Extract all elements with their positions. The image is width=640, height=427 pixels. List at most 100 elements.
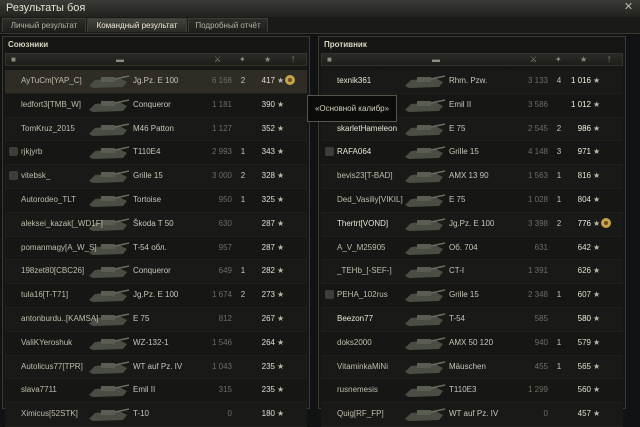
achievement-tooltip: «Основной калибр» [307, 95, 397, 122]
enemies-title: Противник [324, 40, 367, 49]
star-icon: ★ [277, 194, 285, 204]
tank-icon [89, 384, 130, 398]
frags-value: 3 [556, 147, 562, 157]
frags-value: 1 [240, 147, 246, 157]
xp-value: 1 016 [570, 76, 591, 85]
player-row[interactable]: PEHA_102rus Grille 15 2 348 1 607 ★ [321, 284, 623, 308]
player-row[interactable]: Ximicus[52STK] T-10 0 180 ★ [5, 403, 307, 427]
frags-value: 2 [240, 76, 246, 85]
damage-value: 2 348 [527, 290, 548, 300]
player-name: tula16[T-T71] [21, 290, 69, 300]
vehicle-name: Rhm. Pzw. [449, 76, 488, 85]
player-row[interactable]: Autolicus77[TPR] WT auf Pz. IV 1 043 235 ★ [5, 355, 307, 380]
vehicle-column-icon[interactable]: ▬ [116, 55, 124, 64]
player-row[interactable]: Quig[RF_FP] WT auf Pz. IV 0 457 ★ [321, 403, 623, 427]
vehicle-name: Jg.Pz. E 100 [133, 290, 179, 300]
player-row[interactable]: VitaminkaMiNi Mäuschen 455 1 565 ★ [321, 355, 623, 380]
damage-value: 812 [218, 313, 232, 323]
tank-icon [405, 384, 446, 398]
medal-icon[interactable] [599, 216, 613, 230]
frags-column-icon[interactable]: ✦ [239, 55, 246, 64]
tank-icon [89, 75, 130, 88]
player-row[interactable]: Thertrt[VOND] Jg.Pz. E 100 3 398 2 776 ★ [321, 212, 623, 237]
star-icon: ★ [277, 99, 285, 109]
player-row[interactable]: pomanmagy[A_W_S] T-54 обл. 957 287 ★ [5, 237, 307, 261]
star-icon: ★ [593, 171, 601, 181]
star-icon: ★ [593, 123, 601, 133]
frags-value: 2 [240, 290, 246, 300]
player-row[interactable]: rjkjyrb T110E4 2 993 1 343 ★ [5, 141, 307, 166]
vehicle-name: AMX 13 90 [449, 171, 489, 181]
tab-detailed-report[interactable]: Подробный отчёт [188, 18, 268, 32]
player-name: Autolicus77[TPR] [21, 361, 83, 371]
xp-value: 607 [577, 290, 591, 300]
player-row[interactable]: Autorodeo_TLT Tortoise 950 1 325 ★ [5, 189, 307, 213]
frags-value: 2 [556, 123, 562, 133]
player-row[interactable]: TomKruz_2015 M46 Patton 1 127 352 ★ [5, 117, 307, 142]
player-row[interactable]: vitebsk_ Grille 15 3 000 2 328 ★ [5, 165, 307, 189]
player-row[interactable]: A_V_M25905 Об. 704 631 642 ★ [321, 237, 623, 261]
player-row[interactable]: ValiKYeroshuk WZ-132-1 1 546 264 ★ [5, 332, 307, 356]
tab-personal-result[interactable]: Личный результат [2, 18, 86, 32]
achievements-column-icon[interactable]: ! [608, 55, 610, 64]
allies-column-header: ■ ▬ ⚔ ✦ ★ ! [5, 53, 307, 66]
clan-emblem-icon [325, 147, 334, 157]
player-row[interactable]: _TEHb_[-SEF-] CT-I 1 391 626 ★ [321, 260, 623, 285]
player-row[interactable]: ledfort3[TMB_W] Conqueror 1 181 390 ★ [5, 94, 307, 118]
frags-column-icon[interactable]: ✦ [555, 55, 562, 64]
xp-value: 273 [261, 290, 275, 300]
player-row[interactable]: Ded_Vasiliy[VIKIL] E 75 1 028 1 804 ★ [321, 189, 623, 213]
squad-column-icon[interactable]: ■ [11, 55, 16, 64]
star-icon: ★ [277, 361, 285, 371]
vehicle-name: E 75 [449, 123, 466, 133]
xp-column-icon[interactable]: ★ [580, 55, 587, 64]
tank-icon [89, 122, 130, 136]
tank-icon [405, 408, 446, 422]
player-row[interactable]: slava7711 Emil II 315 235 ★ [5, 379, 307, 404]
player-row[interactable]: aleksei_kazak[_WD1F] Škoda T 50 630 287 ★ [5, 212, 307, 237]
player-row[interactable]: RAFA064 Grille 15 4 148 3 971 ★ [321, 141, 623, 166]
player-row[interactable]: rusnemesis T110E3 1 299 560 ★ [321, 379, 623, 404]
vehicle-name: CT-I [449, 266, 465, 276]
medal-icon[interactable] [283, 73, 297, 87]
vehicle-name: T110E4 [133, 147, 161, 157]
achievements-column-icon[interactable]: ! [292, 55, 294, 64]
vehicle-name: Grille 15 [449, 290, 479, 300]
vehicle-name: Conqueror [133, 99, 171, 109]
clan-emblem-icon [9, 171, 18, 181]
player-row[interactable]: Beezon77 T-54 585 580 ★ [321, 307, 623, 332]
player-row[interactable]: doks2000 AMX 50 120 940 1 579 ★ [321, 332, 623, 356]
xp-value: 325 [261, 194, 275, 204]
vehicle-name: AMX 50 120 [449, 337, 494, 347]
vehicle-name: T-54 обл. [133, 242, 167, 252]
damage-value: 2 545 [527, 123, 548, 133]
player-name: RAFA064 [337, 147, 372, 157]
player-row[interactable]: tula16[T-T71] Jg.Pz. E 100 1 674 2 273 ★ [5, 284, 307, 308]
player-name: 198zet80[CBC26] [21, 266, 85, 276]
damage-value: 6 168 [211, 76, 232, 85]
squad-column-icon[interactable]: ■ [327, 55, 332, 64]
xp-column-icon[interactable]: ★ [264, 55, 271, 64]
xp-value: 816 [577, 171, 591, 181]
star-icon: ★ [593, 385, 601, 395]
frags-value: 1 [556, 361, 562, 371]
player-row[interactable]: antonburdu..[KAMSA] E 75 812 267 ★ [5, 307, 307, 332]
vehicle-name: Conqueror [133, 266, 171, 276]
close-icon[interactable]: ✕ [623, 2, 634, 13]
vehicle-name: Škoda T 50 [133, 218, 174, 228]
damage-column-icon[interactable]: ⚔ [214, 55, 221, 64]
xp-value: 287 [261, 218, 275, 228]
player-row[interactable]: AyTuCm[YAP_C] Jg.Pz. E 100 6 168 2 417 ★ [5, 70, 307, 94]
player-row[interactable]: 198zet80[CBC26] Conqueror 649 1 282 ★ [5, 260, 307, 285]
player-row[interactable]: bevis23[T-BAD] AMX 13 90 1 563 1 816 ★ [321, 165, 623, 189]
damage-column-icon[interactable]: ⚔ [530, 55, 537, 64]
player-name: Thertrt[VOND] [337, 218, 389, 228]
tab-team-result[interactable]: Командный результат [87, 18, 187, 32]
tank-icon [405, 194, 446, 207]
vehicle-name: Tortoise [133, 194, 162, 204]
vehicle-column-icon[interactable]: ▬ [432, 55, 440, 64]
player-row[interactable]: texnik361 Rhm. Pzw. 3 133 4 1 016 ★ [321, 70, 623, 94]
window-title: Результаты боя [6, 2, 86, 14]
player-name: Ded_Vasiliy[VIKIL] [337, 194, 403, 204]
frags-value: 1 [240, 194, 246, 204]
